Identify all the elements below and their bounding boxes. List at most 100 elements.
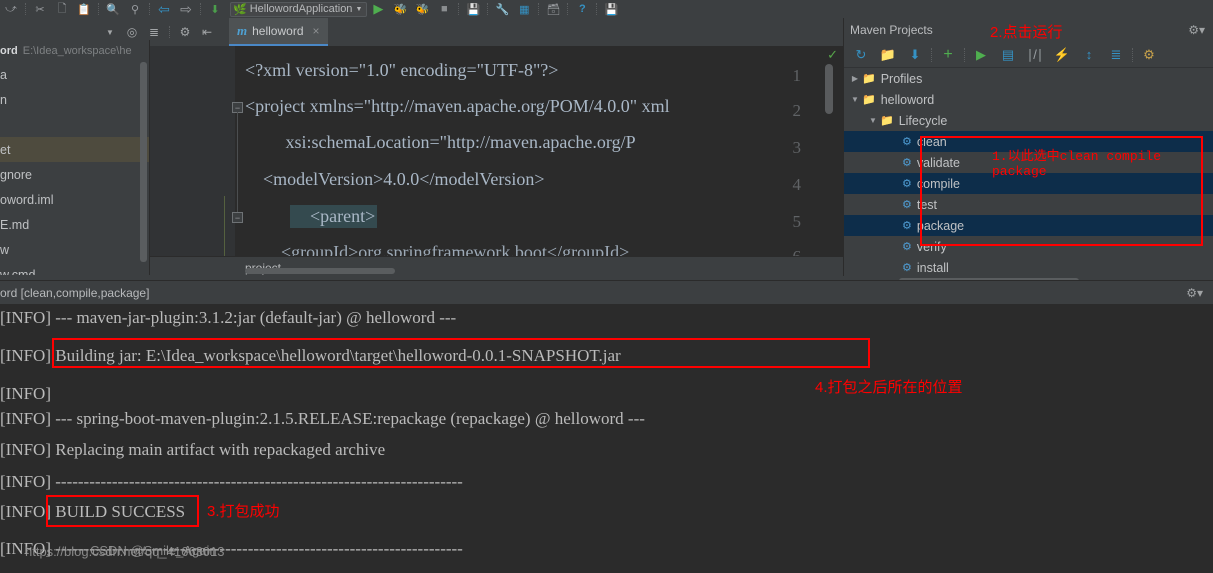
update-project-icon[interactable]: ⬇ — [204, 0, 226, 18]
run-tab-label[interactable]: ord [clean,compile,package] — [0, 286, 149, 300]
sdk-manager-icon[interactable]: 🗃 — [542, 0, 564, 18]
collapse-all-icon[interactable]: ≣ — [1103, 43, 1129, 67]
editor-tab-label: helloword — [252, 24, 304, 38]
maven-tree-item-label: clean — [916, 134, 947, 149]
toolbar-divider — [596, 3, 598, 15]
maven-tree-item-lifecycle[interactable]: ▼ 📁 Lifecycle — [844, 110, 1213, 131]
maven-tree-item-profiles[interactable]: ▶ 📁 Profiles — [844, 68, 1213, 89]
settings-icon[interactable]: 🔧 — [491, 0, 513, 18]
toolbar-divider — [149, 3, 150, 15]
maven-tree-item-label: compile — [916, 176, 960, 191]
list-item[interactable]: n — [0, 87, 149, 112]
close-icon[interactable]: × — [313, 24, 320, 38]
maven-goal-verify[interactable]: ⚙ verify — [844, 236, 1213, 257]
list-item-label: w.cmd — [0, 267, 36, 276]
editor-scrollbar[interactable] — [825, 64, 833, 114]
console-line: [INFO] ---------------------------------… — [0, 472, 463, 491]
run-panel-tabbar: ord [clean,compile,package] ⚙▾ — [0, 280, 1213, 304]
spring-leaf-icon: 🌿 — [233, 3, 247, 16]
main-toolbar: ⤻ ✂ 🗋 📋 🔍 ⚲ ⇦ ⇨ ⬇ 🌿 HellowordApplication… — [0, 0, 1213, 18]
generate-sources-icon[interactable]: 📁 — [875, 43, 901, 67]
toolbar-divider — [98, 3, 99, 15]
stop-icon[interactable]: ■ — [433, 0, 455, 18]
maven-tree-item-helloword[interactable]: ▼ 📁 helloword — [844, 89, 1213, 110]
paste-icon[interactable]: 📋 — [73, 0, 95, 18]
editor-gutter[interactable] — [150, 46, 235, 256]
list-item[interactable]: gnore — [0, 162, 149, 187]
reimport-icon[interactable]: ↻ — [848, 43, 874, 67]
maven-goal-icon: ⚙ — [902, 136, 912, 148]
maven-goal-test[interactable]: ⚙ test — [844, 194, 1213, 215]
code-fold-toggle[interactable]: − — [232, 212, 243, 223]
gear-icon[interactable]: ⚙▾ — [1188, 23, 1205, 37]
debug-icon[interactable]: 🐝 — [389, 0, 411, 18]
project-root-row[interactable]: ord E:\Idea_workspace\he — [0, 40, 149, 62]
locate-file-icon[interactable]: ◎ — [122, 22, 142, 42]
forward-icon[interactable]: ⇨ — [175, 0, 197, 18]
save-all-icon[interactable]: 💾 — [600, 0, 622, 18]
search-icon[interactable]: 🔍 — [102, 0, 124, 18]
download-sources-icon[interactable]: ⬇ — [902, 43, 928, 67]
gear-icon[interactable]: ⚙▾ — [1186, 286, 1203, 300]
code-line-3: xsi:schemaLocation="http://maven.apache.… — [245, 132, 636, 152]
replace-icon[interactable]: ⚲ — [124, 0, 146, 18]
chevron-down-icon[interactable]: ▼ — [100, 22, 120, 42]
back-icon[interactable]: ⇦ — [153, 0, 175, 18]
maven-file-icon: m — [237, 23, 248, 38]
list-item[interactable]: oword.iml — [0, 187, 149, 212]
toggle-skip-tests-icon[interactable]: ∣/∣ — [1022, 43, 1048, 67]
help-icon[interactable]: ? — [571, 0, 593, 18]
project-toolbar: ▼ ◎ ≣ ⚙ ⇤ — [0, 22, 217, 42]
collapse-all-icon[interactable]: ≣ — [144, 22, 164, 42]
execute-goal-icon[interactable]: ⚡ — [1049, 43, 1075, 67]
code-line-2: <project xmlns="http://maven.apache.org/… — [245, 96, 670, 116]
inspection-ok-icon[interactable]: ✓ — [827, 47, 838, 63]
build-project-icon[interactable]: 💾 — [462, 0, 484, 18]
code-editor[interactable]: 1 2 3 4 5 6 − − <?xml version="1.0" enco… — [150, 46, 843, 256]
list-item-label: et — [0, 142, 11, 157]
show-settings-icon[interactable]: ⚙ — [1136, 43, 1162, 67]
expand-all-icon[interactable]: ↕ — [1076, 43, 1102, 67]
editor-horizontal-scrollbar[interactable] — [150, 268, 843, 275]
list-item[interactable]: et — [0, 137, 149, 162]
chevron-right-icon[interactable]: ▶ — [848, 74, 862, 83]
project-tree-panel[interactable]: ord E:\Idea_workspace\he a n et gnore ow… — [0, 40, 150, 275]
maven-goal-icon: ⚙ — [902, 262, 912, 274]
hide-panel-icon[interactable]: ⇤ — [197, 22, 217, 42]
list-item[interactable]: w — [0, 237, 149, 262]
redo-icon[interactable]: ⤻ — [0, 0, 22, 18]
list-item[interactable]: a — [0, 62, 149, 87]
gear-icon[interactable]: ⚙ — [175, 22, 195, 42]
run-maven-build-icon[interactable]: ▤ — [995, 43, 1021, 67]
project-tree-scrollbar[interactable] — [140, 62, 147, 262]
maven-goal-install[interactable]: ⚙ install — [844, 257, 1213, 278]
list-item[interactable]: E.md — [0, 212, 149, 237]
list-item[interactable] — [0, 112, 149, 137]
run-console[interactable]: [INFO] --- maven-jar-plugin:3.1.2:jar (d… — [0, 304, 1213, 573]
add-maven-project-icon[interactable]: + — [935, 43, 961, 67]
toolbar-divider — [1132, 47, 1133, 62]
project-root-path: E:\Idea_workspace\he — [22, 45, 132, 57]
toolbar-divider — [169, 26, 170, 38]
run-icon[interactable]: ▶ — [367, 0, 389, 18]
editor-tab-helloword[interactable]: m helloword × — [229, 18, 328, 46]
maven-goal-package[interactable]: ⚙ package — [844, 215, 1213, 236]
maven-tree-item-label: install — [916, 260, 949, 275]
list-item[interactable]: w.cmd — [0, 262, 149, 276]
line-number: 5 — [792, 212, 802, 231]
chevron-down-icon[interactable]: ▼ — [848, 95, 862, 104]
run-coverage-icon[interactable]: 🐝 — [411, 0, 433, 18]
cut-icon[interactable]: ✂ — [29, 0, 51, 18]
toolbar-divider — [538, 3, 540, 15]
run-icon[interactable]: ▶ — [968, 43, 994, 67]
maven-tree-item-label: validate — [916, 155, 960, 170]
maven-tree-item-label: test — [916, 197, 938, 212]
project-structure-icon[interactable]: ▦ — [513, 0, 535, 18]
copy-icon[interactable]: 🗋 — [51, 0, 73, 18]
list-item-label: a — [0, 67, 7, 82]
chevron-down-icon[interactable]: ▼ — [355, 6, 362, 13]
maven-goal-icon: ⚙ — [902, 220, 912, 232]
toolbar-divider — [25, 3, 26, 15]
run-configuration-selector[interactable]: 🌿 HellowordApplication ▼ — [230, 1, 368, 17]
chevron-down-icon[interactable]: ▼ — [866, 116, 880, 125]
